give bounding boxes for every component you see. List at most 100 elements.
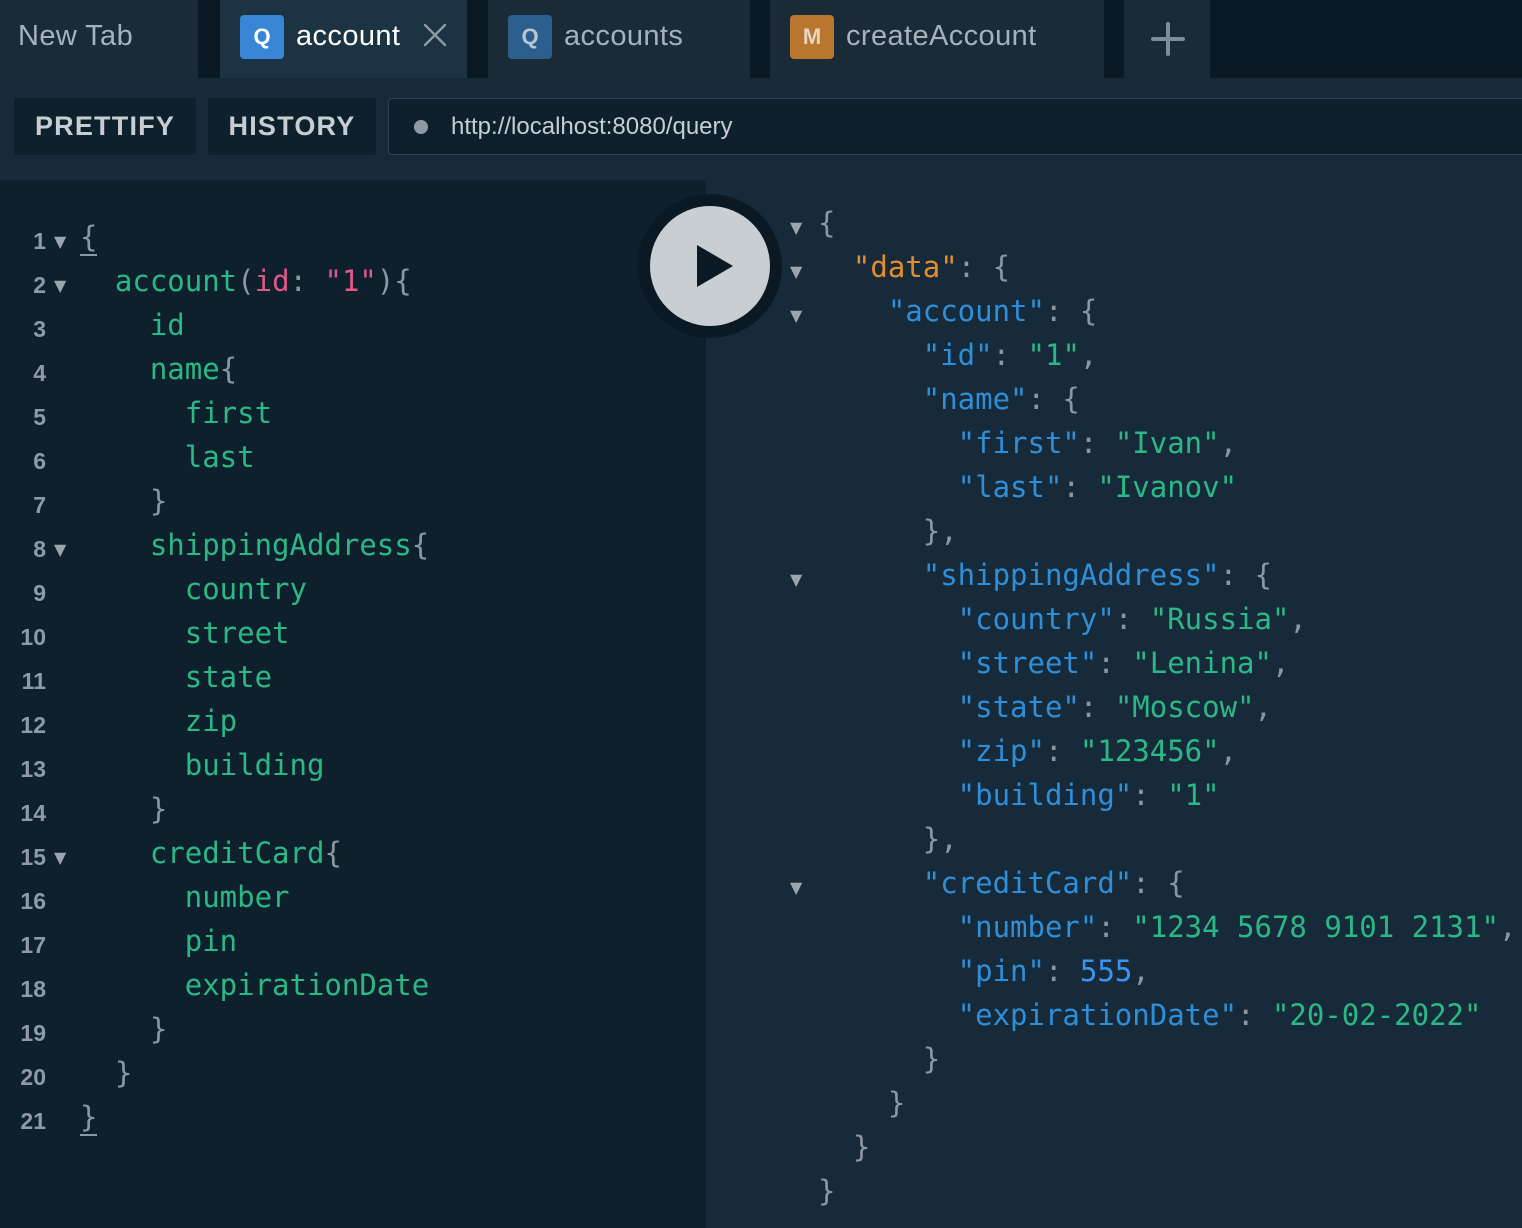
result-line: ▼ "data": {	[706, 250, 1522, 294]
punctuation: }	[80, 1100, 98, 1136]
line-number: 12	[20, 712, 46, 738]
json-key: "first"	[818, 426, 1080, 460]
field-name: last	[80, 440, 255, 474]
query-badge-icon: Q	[240, 15, 284, 59]
punctuation: :	[1044, 734, 1080, 768]
punctuation: {	[818, 206, 836, 240]
editor-line: 8 ▼ shippingAddress{	[0, 528, 706, 572]
result-viewer: ▼{▼ "data": {▼ "account": { "id": "1", "…	[706, 180, 1522, 1228]
line-number: 11	[21, 668, 46, 694]
query-editor[interactable]: 1 ▼{2 ▼ account(id: "1"){3 id 4 name{5 firs…	[0, 180, 706, 1228]
close-icon[interactable]	[422, 22, 448, 48]
history-button[interactable]: HISTORY	[208, 98, 376, 155]
punctuation: :	[1079, 426, 1115, 460]
result-line: "building": "1"	[706, 778, 1522, 822]
result-line: "expirationDate": "20-02-2022"	[706, 998, 1522, 1042]
fold-toggle-icon[interactable]: ▼	[54, 848, 66, 867]
add-tab-button[interactable]	[1124, 0, 1210, 78]
editor-line: 9 country	[0, 572, 706, 616]
punctuation: :	[1114, 602, 1150, 636]
editor-line: 15 ▼ creditCard{	[0, 836, 706, 880]
fold-toggle-icon[interactable]: ▼	[790, 262, 802, 281]
punctuation: :	[1097, 910, 1133, 944]
json-string-value: "Moscow"	[1114, 690, 1255, 724]
execute-query-button[interactable]	[638, 194, 782, 338]
field-name: zip	[80, 704, 238, 738]
string-literal: "1"	[324, 264, 377, 298]
line-number: 8	[33, 536, 46, 562]
json-key: "zip"	[818, 734, 1045, 768]
field-name: first	[80, 396, 273, 430]
field-name: creditCard	[80, 836, 325, 870]
json-key: "expirationDate"	[818, 998, 1238, 1032]
query-badge-icon: Q	[508, 15, 552, 59]
json-string-value: "20-02-2022"	[1271, 998, 1482, 1032]
result-line: "zip": "123456",	[706, 734, 1522, 778]
toolbar: PRETTIFY HISTORY http://localhost:8080/q…	[0, 78, 1522, 180]
line-number: 21	[20, 1108, 46, 1134]
result-line: "last": "Ivanov"	[706, 470, 1522, 514]
endpoint-url-input[interactable]: http://localhost:8080/query	[388, 98, 1522, 155]
punctuation: :	[1079, 690, 1115, 724]
fold-toggle-icon[interactable]: ▼	[54, 540, 66, 559]
punctuation: }	[80, 484, 168, 518]
line-number: 18	[20, 976, 46, 1002]
prettify-button[interactable]: PRETTIFY	[14, 98, 196, 155]
tab-new-tab[interactable]: New Tab	[0, 0, 198, 78]
punctuation: : {	[1132, 866, 1185, 900]
json-key: "number"	[818, 910, 1098, 944]
tab-label: account	[296, 20, 401, 52]
result-line: }	[706, 1174, 1522, 1218]
tab-create-account[interactable]: M createAccount	[770, 0, 1104, 78]
editor-line: 3 id	[0, 308, 706, 352]
field-name: country	[80, 572, 307, 606]
line-number: 4	[33, 360, 46, 386]
json-key: "street"	[818, 646, 1098, 680]
punctuation: {	[219, 352, 238, 386]
tab-account[interactable]: Q account	[220, 0, 467, 78]
punctuation: :	[1132, 778, 1168, 812]
line-number: 17	[20, 932, 46, 958]
punctuation: }	[818, 1130, 871, 1164]
fold-toggle-icon[interactable]: ▼	[790, 306, 802, 325]
fold-toggle-icon[interactable]: ▼	[790, 878, 802, 897]
punctuation: : {	[1044, 294, 1098, 328]
field-name: pin	[80, 924, 238, 958]
tab-accounts[interactable]: Q accounts	[488, 0, 750, 78]
editor-line: 10 street	[0, 616, 706, 660]
editor-line: 20 }	[0, 1056, 706, 1100]
editor-line: 17 pin	[0, 924, 706, 968]
editor-line: 19 }	[0, 1012, 706, 1056]
punctuation: ,	[1079, 338, 1098, 372]
punctuation: ){	[376, 264, 412, 298]
json-string-value: "1"	[1167, 778, 1220, 812]
line-number: 5	[33, 404, 46, 430]
punctuation: },	[818, 514, 958, 548]
field-name: number	[80, 880, 290, 914]
json-string-value: "1234 5678 9101 2131"	[1132, 910, 1499, 944]
tab-label: accounts	[564, 20, 684, 52]
field-name: id	[80, 308, 185, 342]
punctuation: :	[1044, 954, 1080, 988]
punctuation: }	[818, 1174, 836, 1208]
line-number: 2	[33, 272, 46, 298]
fold-toggle-icon[interactable]: ▼	[790, 218, 802, 237]
editor-line: 21}	[0, 1100, 706, 1144]
fold-toggle-icon[interactable]: ▼	[54, 276, 66, 295]
field-name: state	[80, 660, 273, 694]
argument-name: id	[254, 264, 290, 298]
punctuation: ,	[1289, 602, 1307, 636]
result-line: ▼ "account": {	[706, 294, 1522, 338]
status-dot-icon	[414, 120, 428, 134]
tab-label: createAccount	[846, 20, 1037, 52]
fold-toggle-icon[interactable]: ▼	[790, 570, 802, 589]
punctuation: }	[80, 1056, 133, 1090]
editor-line: 4 name{	[0, 352, 706, 396]
fold-toggle-icon[interactable]: ▼	[54, 232, 66, 251]
json-string-value: "Ivan"	[1114, 426, 1220, 460]
json-string-value: "1"	[1027, 338, 1080, 372]
tab-bar: New Tab Q account Q accounts M createAcc…	[0, 0, 1522, 78]
json-string-value: "Lenina"	[1132, 646, 1272, 680]
punctuation: ,	[1254, 690, 1272, 724]
json-key: "creditCard"	[818, 866, 1133, 900]
